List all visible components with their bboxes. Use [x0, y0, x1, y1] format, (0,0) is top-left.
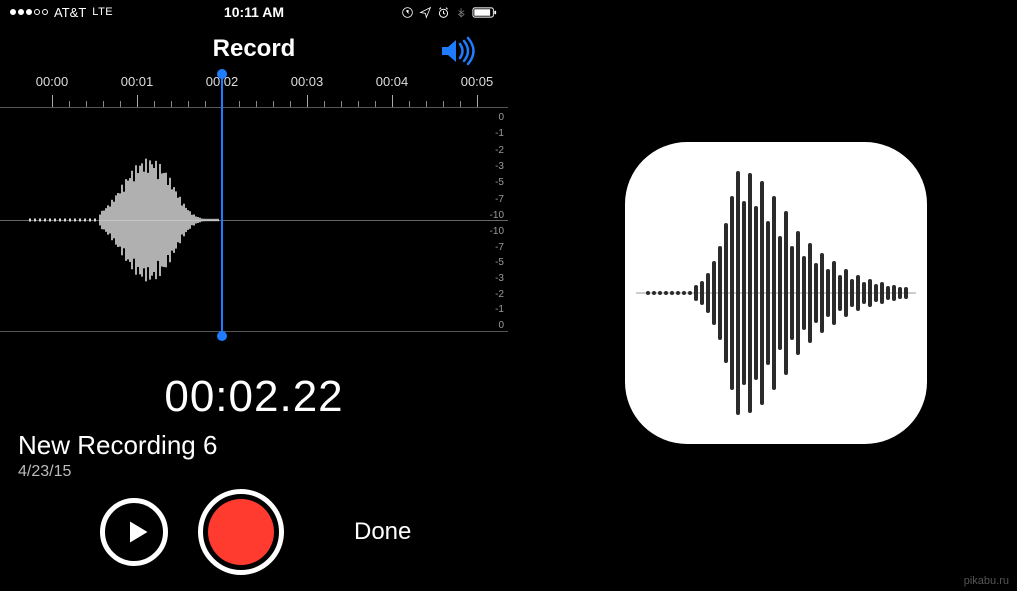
- location-icon: [418, 5, 432, 19]
- db-scale: 0-1-2-3-5-7-10-10-7-5-3-2-10: [478, 108, 504, 332]
- watermark: pikabu.ru: [964, 575, 1009, 587]
- recording-date: 4/23/15: [18, 463, 508, 481]
- speaker-button[interactable]: [438, 36, 478, 66]
- network-label: LTE: [92, 6, 113, 18]
- time-ruler: 00:0000:0100:0200:0300:0400:05: [0, 74, 508, 108]
- battery-icon: [472, 5, 498, 19]
- alarm-icon: [436, 5, 450, 19]
- signal-strength-icon: [10, 9, 48, 15]
- recording-name[interactable]: New Recording 6: [18, 430, 508, 461]
- play-button[interactable]: [100, 498, 168, 566]
- waveform-icon: [0, 108, 480, 332]
- waveform-timeline[interactable]: 00:0000:0100:0200:0300:0400:05 0-1-2-3-5…: [0, 74, 508, 364]
- ruler-label: 00:03: [291, 74, 324, 89]
- voice-memos-screen: AT&T LTE 10:11 AM Record: [0, 0, 508, 591]
- waveform-area: 0-1-2-3-5-7-10-10-7-5-3-2-10: [0, 108, 508, 332]
- ruler-label: 00:01: [121, 74, 154, 89]
- status-bar-left: AT&T LTE: [10, 5, 113, 20]
- status-bar-right: [400, 5, 498, 19]
- ruler-label: 00:00: [36, 74, 69, 89]
- ruler-label: 00:05: [461, 74, 494, 89]
- status-bar: AT&T LTE 10:11 AM: [0, 0, 508, 24]
- controls-row: Done: [0, 487, 508, 577]
- record-icon: [208, 499, 274, 565]
- waveform-icon: [636, 163, 916, 423]
- record-button[interactable]: [198, 489, 284, 575]
- done-button[interactable]: Done: [354, 518, 411, 546]
- carrier-label: AT&T: [54, 5, 86, 20]
- ruler-label: 00:04: [376, 74, 409, 89]
- voice-memos-app-icon: [625, 142, 927, 444]
- page-title: Record: [213, 35, 296, 63]
- play-icon: [123, 518, 151, 546]
- rotation-lock-icon: [400, 5, 414, 19]
- elapsed-time: 00:02.22: [0, 372, 508, 422]
- bluetooth-icon: [454, 5, 468, 19]
- speaker-icon: [438, 36, 478, 66]
- header: Record: [0, 24, 508, 74]
- playhead[interactable]: [221, 74, 223, 336]
